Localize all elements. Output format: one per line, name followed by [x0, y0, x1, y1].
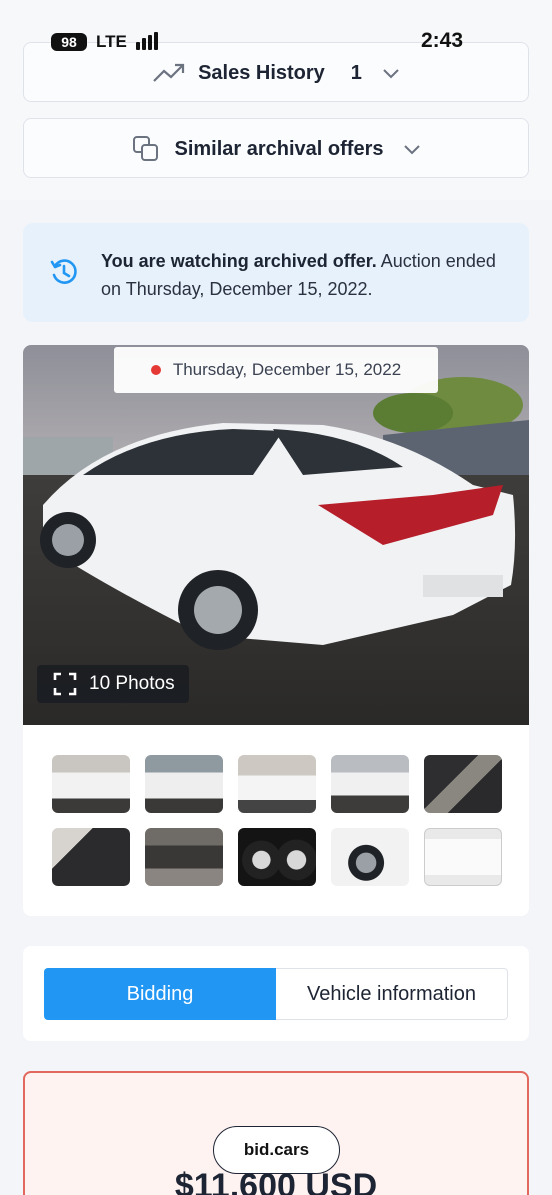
sales-history-count: 1: [350, 61, 362, 84]
tab-vehicle-information[interactable]: Vehicle information: [276, 968, 508, 1020]
thumbnail[interactable]: [238, 828, 316, 886]
history-icon: [50, 259, 77, 284]
photos-button[interactable]: 10 Photos: [37, 665, 189, 703]
main-car-photo[interactable]: Thursday, December 15, 2022 10 Photos: [23, 345, 529, 725]
photo-gallery: Thursday, December 15, 2022 10 Photos: [23, 345, 529, 916]
chevron-down-icon: [383, 69, 399, 79]
auction-date: Thursday, December 15, 2022: [172, 360, 402, 379]
signal-icon: [136, 32, 164, 50]
battery-indicator: 98: [51, 33, 87, 51]
archived-message-bold: You are watching archived offer.: [101, 251, 377, 271]
archived-notice: You are watching archived offer. Auction…: [23, 223, 529, 322]
thumbnail[interactable]: [238, 755, 316, 813]
thumbnail[interactable]: [52, 828, 130, 886]
trend-line-icon: [153, 63, 185, 82]
similar-offers-label: Similar archival offers: [174, 137, 384, 160]
thumbnail[interactable]: [424, 828, 502, 886]
tabs-card: Bidding Vehicle information: [23, 946, 529, 1041]
watermark-badge: bid.cars: [213, 1126, 340, 1174]
thumbnail[interactable]: [331, 755, 409, 813]
fullscreen-icon: [53, 672, 77, 696]
status-dot-icon: [150, 365, 161, 375]
thumbnail[interactable]: [424, 755, 502, 813]
thumbnail[interactable]: [145, 755, 223, 813]
thumbnail[interactable]: [145, 828, 223, 886]
sales-history-label: Sales History: [198, 61, 325, 84]
thumbnail[interactable]: [52, 755, 130, 813]
thumbnail[interactable]: [331, 828, 409, 886]
network-label: LTE: [96, 32, 127, 51]
photos-count: 10 Photos: [89, 673, 175, 694]
archived-message: You are watching archived offer. Auction…: [101, 247, 501, 303]
similar-offers-button[interactable]: Similar archival offers: [23, 118, 529, 178]
clock: 2:43: [421, 29, 464, 52]
status-bar: 98 LTE 2:43: [0, 26, 552, 56]
copy-icon: [132, 136, 158, 161]
chevron-down-icon: [404, 145, 421, 155]
auction-date-chip: Thursday, December 15, 2022: [114, 347, 438, 393]
tab-bidding[interactable]: Bidding: [44, 968, 276, 1020]
